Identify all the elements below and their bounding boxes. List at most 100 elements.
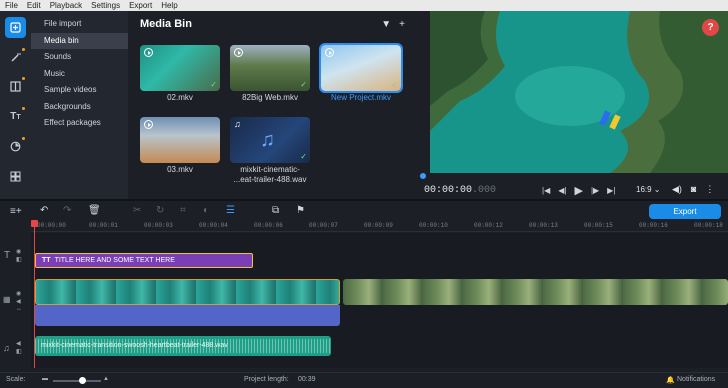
menu-export[interactable]: Export [124,0,156,11]
magic-wand-icon [11,53,21,62]
zoom-out-icon[interactable]: ▬ [42,376,48,382]
project-length-value: 00:39 [298,376,316,383]
magic-wand-button[interactable] [5,47,26,68]
media-item-thumb[interactable]: ✓ [140,45,220,91]
text-button[interactable]: TT [5,106,26,127]
category-sample-videos[interactable]: Sample videos [31,82,128,99]
video-preview[interactable]: ? [430,11,728,173]
category-media-bin[interactable]: Media bin [31,32,128,49]
timeline-playhead[interactable] [34,220,35,368]
menu-file[interactable]: File [0,0,22,11]
text-icon: TT [10,111,21,122]
visibility-icon[interactable]: ◉ [16,290,21,297]
zoom-in-icon[interactable]: ▲ [103,376,109,382]
import-button[interactable] [5,17,26,38]
category-music[interactable]: Music [31,66,128,83]
more-icon[interactable]: ⋮ [705,184,714,195]
skip-back-icon[interactable]: |◀ [542,186,550,195]
video-audio-clip[interactable] [35,305,340,326]
menu-settings[interactable]: Settings [86,0,124,11]
overlay-icon[interactable]: ⧉ [272,205,279,216]
status-bar: Scale: ▬ ▲ Project length: 00:39 🔔 Notif… [0,372,728,388]
media-item-thumb[interactable]: ✓ [230,45,310,91]
ruler-tick: 00:00:15 [584,222,613,229]
menu-help[interactable]: Help [156,0,181,11]
ruler-tick: 00:00:13 [529,222,558,229]
category-file-import[interactable]: File import [31,16,128,33]
timeline-ruler[interactable]: 00:00:00 00:00:01 00:00:03 00:00:04 00:0… [31,220,728,232]
undo-icon[interactable]: ↶ [40,205,48,216]
video-clip[interactable] [343,279,728,305]
ruler-tick: 00:00:07 [309,222,338,229]
check-icon: ✓ [300,152,307,161]
filter-icon[interactable]: ▼ [381,19,391,30]
ruler-tick: 00:00:09 [364,222,393,229]
rotate-icon[interactable]: ↻ [156,205,164,216]
category-sounds[interactable]: Sounds [31,49,128,66]
check-icon: ✓ [391,80,398,89]
playhead-marker[interactable] [420,173,426,179]
volume-icon[interactable]: ◀ [16,298,21,305]
ruler-tick: 00:00:06 [254,222,283,229]
ruler-tick: 00:00:18 [694,222,723,229]
layout-button[interactable] [5,76,26,97]
step-back-icon[interactable]: ◀| [558,186,566,195]
clip-properties-icon[interactable]: ☰ [226,205,235,216]
title-clip-label: TITLE HERE AND SOME TEXT HERE [54,257,175,264]
media-item-thumb[interactable]: ✓ [319,43,403,93]
crop-icon[interactable]: ⌗ [180,205,186,216]
help-button[interactable]: ? [702,19,719,36]
lock-icon[interactable]: ◧ [16,256,22,263]
add-track-icon[interactable]: ≡+ [10,206,22,217]
skip-forward-icon[interactable]: ▶| [607,186,615,195]
category-effect-packages[interactable]: Effect packages [31,115,128,132]
add-icon[interactable]: + [399,19,405,30]
menu-edit[interactable]: Edit [22,0,45,11]
scale-slider-knob[interactable] [79,377,87,384]
more-tools-button[interactable] [5,166,26,187]
player-timecode: 00:00:00.000 [424,185,496,196]
redo-icon[interactable]: ↷ [63,205,71,216]
link-icon[interactable]: ↔ [16,306,22,312]
playhead-handle[interactable] [31,220,38,227]
media-item-label: New Project.mkv [330,93,391,102]
lock-icon[interactable]: ◧ [16,348,22,355]
media-bin-title: Media Bin [140,18,192,30]
media-item-label: 02.mkv [167,93,193,102]
transitions-button[interactable] [5,136,26,157]
media-item-thumb[interactable]: ♫ ♫ ✓ [230,117,310,163]
badge-dot [22,77,25,80]
export-button[interactable]: Export [649,204,721,219]
color-adjust-icon[interactable]: ◐ [203,205,209,216]
snapshot-icon[interactable]: ◙ [691,184,696,195]
aspect-ratio-select[interactable]: 16:9 ⌄ [636,185,661,194]
video-clip[interactable] [35,279,340,305]
bell-icon[interactable]: 🔔 [666,376,675,384]
play-icon [144,120,153,129]
step-forward-icon[interactable]: |▶ [591,186,599,195]
play-icon[interactable]: ▶ [574,184,582,197]
player-controls: 00:00:00.000 |◀ ◀| ▶ |▶ ▶| 16:9 ⌄ ◀) ◙ ⋮ [418,173,728,199]
cut-icon[interactable]: ✂ [133,205,141,216]
category-backgrounds[interactable]: Backgrounds [31,99,128,116]
badge-dot [22,137,25,140]
audio-clip[interactable]: mixkit-cinematic-transition-swoosh-heart… [35,336,331,356]
menu-playback[interactable]: Playback [45,0,86,11]
play-icon [325,48,334,57]
volume-icon[interactable]: ◀ [16,340,21,347]
film-icon: ▦ [3,295,11,304]
notifications-label[interactable]: Notifications [677,376,715,383]
title-clip[interactable]: TT TITLE HERE AND SOME TEXT HERE [35,253,253,268]
media-item-label: 82Big Web.mkv [242,93,298,102]
volume-icon[interactable]: ◀) [672,184,682,195]
grid-icon [10,171,21,182]
time-main: 00:00:00 [424,185,473,196]
media-item-label-line2: ...eat-trailer-488.wav [233,175,307,184]
media-item-thumb[interactable] [140,117,220,163]
ruler-tick: 00:00:16 [639,222,668,229]
visibility-icon[interactable]: ◉ [16,248,21,255]
time-frac: .000 [472,185,497,196]
scale-slider[interactable] [53,377,101,384]
delete-icon[interactable]: 🗑 [88,205,101,216]
marker-flag-icon[interactable]: ⚑ [296,205,305,216]
